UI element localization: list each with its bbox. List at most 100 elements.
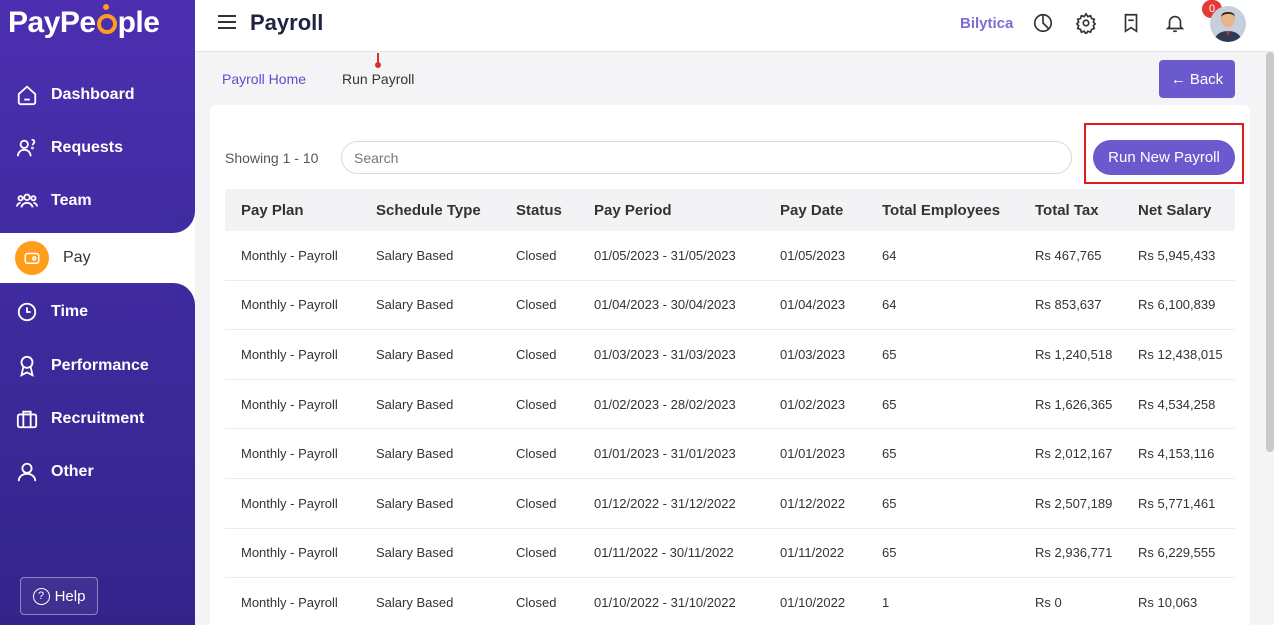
bilytica-link[interactable]: Bilytica [960, 15, 1013, 32]
cell-status: Closed [516, 297, 557, 313]
cell-pay-date: 01/02/2023 [780, 396, 846, 412]
sidebar-item-label: Other [51, 463, 94, 480]
help-button[interactable]: ? Help [20, 577, 98, 615]
showing-count: Showing 1 - 10 [225, 150, 319, 166]
col-net-salary[interactable]: Net Salary [1138, 202, 1211, 219]
clock-icon [16, 301, 38, 323]
table-header: Pay Plan Schedule Type Status Pay Period… [225, 189, 1235, 231]
table-row[interactable]: Monthly - Payroll Salary Based Closed 01/10… [225, 578, 1235, 625]
team-icon [16, 190, 38, 212]
cell-schedule-type: Salary Based [376, 446, 454, 462]
table-row[interactable]: Monthly - Payroll Salary Based Closed 01/01… [225, 429, 1235, 479]
cell-pay-date: 01/10/2022 [780, 594, 846, 610]
run-new-payroll-button[interactable]: Run New Payroll [1093, 140, 1235, 175]
sidebar-item-label: Pay [63, 249, 91, 266]
award-icon [16, 355, 38, 377]
cell-pay-plan: Monthly - Payroll [241, 446, 338, 462]
cell-net-salary: Rs 10,063 [1138, 594, 1198, 610]
cell-status: Closed [516, 495, 557, 511]
col-total-employees[interactable]: Total Employees [882, 202, 1000, 219]
hamburger-menu-icon[interactable] [218, 15, 236, 29]
table-row[interactable]: Monthly - Payroll Salary Based Closed 01/02… [225, 380, 1235, 430]
table-row[interactable]: Monthly - Payroll Salary Based Closed 01/05… [225, 231, 1235, 281]
col-pay-date[interactable]: Pay Date [780, 202, 843, 219]
cell-pay-period: 01/02/2023 - 28/02/2023 [594, 396, 736, 412]
page-title: Payroll [250, 10, 324, 35]
cell-total-employees: 64 [882, 247, 897, 263]
cell-total-tax: Rs 2,012,167 [1035, 446, 1113, 462]
briefcase-icon [16, 408, 38, 430]
arrow-left-icon: ← [1170, 70, 1186, 88]
sidebar-item-team[interactable]: Team [0, 177, 195, 225]
cell-total-tax: Rs 467,765 [1035, 247, 1102, 263]
sidebar-item-label: Time [51, 303, 89, 320]
sidebar-item-time[interactable]: Time [0, 288, 195, 336]
cell-status: Closed [516, 247, 557, 263]
col-total-tax[interactable]: Total Tax [1035, 202, 1099, 219]
cell-net-salary: Rs 5,945,433 [1138, 247, 1216, 263]
col-pay-plan[interactable]: Pay Plan [241, 202, 304, 219]
sidebar-item-performance[interactable]: Performance [0, 342, 195, 390]
cell-net-salary: Rs 4,153,116 [1138, 446, 1215, 462]
cell-schedule-type: Salary Based [376, 346, 454, 362]
cell-net-salary: Rs 12,438,015 [1138, 346, 1223, 362]
cell-total-employees: 65 [882, 446, 897, 462]
cell-total-tax: Rs 2,936,771 [1035, 545, 1113, 561]
paypeople-logo[interactable]: PayPe ple [8, 4, 160, 40]
table-row[interactable]: Monthly - Payroll Salary Based Closed 01/11… [225, 529, 1235, 579]
sidebar-item-dashboard[interactable]: Dashboard [0, 71, 195, 119]
cell-pay-plan: Monthly - Payroll [241, 297, 338, 313]
cell-total-tax: Rs 2,507,189 [1035, 495, 1113, 511]
user-icon [16, 461, 38, 483]
requests-icon [16, 137, 38, 159]
table-row[interactable]: Monthly - Payroll Salary Based Closed 01/04… [225, 281, 1235, 331]
gear-icon[interactable] [1075, 12, 1097, 36]
search-input[interactable] [341, 141, 1072, 174]
sidebar-item-requests[interactable]: Requests [0, 124, 195, 172]
sidebar-item-recruitment[interactable]: Recruitment [0, 395, 195, 443]
cell-total-employees: 65 [882, 545, 897, 561]
cell-pay-period: 01/04/2023 - 30/04/2023 [594, 297, 736, 313]
cell-total-tax: Rs 1,626,365 [1035, 396, 1113, 412]
cell-status: Closed [516, 545, 557, 561]
cell-net-salary: Rs 6,100,839 [1138, 297, 1216, 313]
col-pay-period[interactable]: Pay Period [594, 202, 672, 219]
table-row[interactable]: Monthly - Payroll Salary Based Closed 01/03… [225, 330, 1235, 380]
breadcrumb-payroll-home[interactable]: Payroll Home [222, 71, 306, 87]
col-schedule-type[interactable]: Schedule Type [376, 202, 481, 219]
user-avatar[interactable] [1210, 6, 1246, 42]
cell-pay-date: 01/11/2022 [780, 545, 845, 561]
cell-status: Closed [516, 346, 557, 362]
sidebar-item-label: Dashboard [51, 86, 135, 103]
back-label: Back [1189, 70, 1224, 88]
pie-chart-icon[interactable] [1032, 12, 1054, 34]
cell-pay-date: 01/03/2023 [780, 346, 846, 362]
cell-schedule-type: Salary Based [376, 495, 454, 511]
back-button[interactable]: ← Back [1159, 60, 1235, 98]
home-icon [16, 84, 38, 106]
cell-net-salary: Rs 6,229,555 [1138, 545, 1216, 561]
col-status[interactable]: Status [516, 202, 562, 219]
cell-total-tax: Rs 0 [1035, 594, 1062, 610]
payroll-table: Pay Plan Schedule Type Status Pay Period… [225, 189, 1235, 625]
page-scrollbar[interactable] [1266, 52, 1274, 452]
cell-total-employees: 65 [882, 396, 897, 412]
cell-pay-plan: Monthly - Payroll [241, 495, 338, 511]
cell-pay-date: 01/04/2023 [780, 297, 846, 313]
bookmark-icon[interactable] [1120, 12, 1142, 34]
cell-pay-period: 01/05/2023 - 31/05/2023 [594, 247, 736, 263]
sidebar-item-label: Team [51, 192, 92, 209]
sidebar: PayPe ple Dashboard Requests Team Pay Tim… [0, 0, 195, 625]
cell-status: Closed [516, 594, 557, 610]
sidebar-item-pay[interactable]: Pay [0, 233, 195, 283]
breadcrumb-run-payroll: Run Payroll [342, 71, 415, 87]
cell-pay-plan: Monthly - Payroll [241, 594, 338, 610]
table-row[interactable]: Monthly - Payroll Salary Based Closed 01/12… [225, 479, 1235, 529]
cell-pay-period: 01/10/2022 - 31/10/2022 [594, 594, 736, 610]
sidebar-item-label: Performance [51, 357, 149, 374]
cell-pay-plan: Monthly - Payroll [241, 545, 338, 561]
cell-status: Closed [516, 396, 557, 412]
bell-icon[interactable] [1164, 12, 1186, 34]
sidebar-item-other[interactable]: Other [0, 448, 195, 496]
logo-o-icon [96, 4, 117, 34]
